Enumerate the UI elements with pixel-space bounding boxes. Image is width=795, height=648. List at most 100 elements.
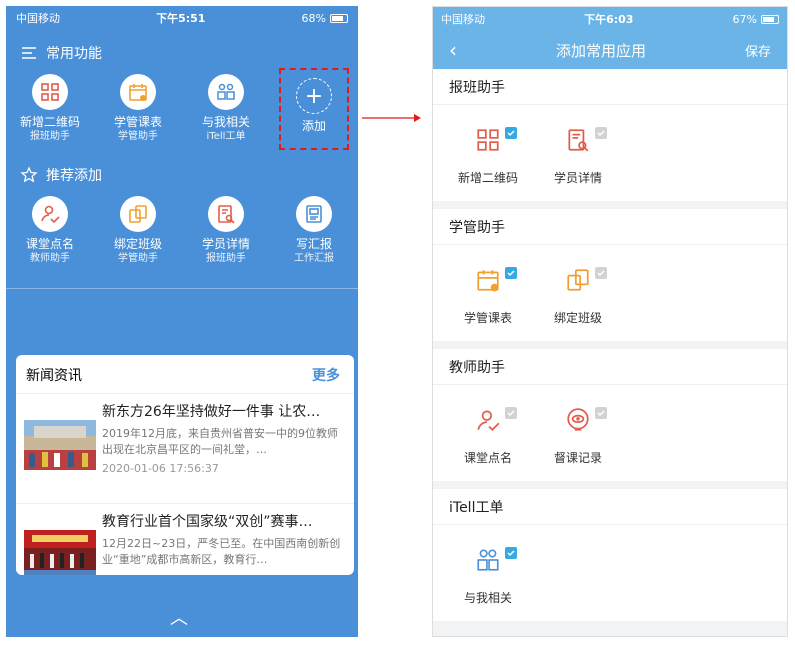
- checkbox-checked-icon[interactable]: [505, 127, 517, 139]
- group-apps: 学管课表 绑定班级: [433, 245, 787, 341]
- checkbox-checked-icon[interactable]: [505, 267, 517, 279]
- menu-lines-icon: [22, 47, 36, 59]
- nav-bar: ‹ 添加常用应用 保存: [433, 31, 787, 69]
- app-icon: [563, 267, 607, 295]
- news-more-link[interactable]: 更多: [312, 365, 340, 385]
- news-summary: 2019年12月底，来自贵州省普安一中的9位教师出现在北京昌平区的一间礼堂，…: [102, 427, 338, 456]
- calendar-icon: [129, 84, 147, 101]
- app-icon: [473, 547, 517, 575]
- carrier-label: 中国移动: [16, 12, 60, 25]
- app-schedule[interactable]: 学管课表 学管助手: [94, 74, 182, 150]
- checkbox-checked-icon[interactable]: [505, 547, 517, 559]
- app-tile[interactable]: 督课记录: [533, 385, 623, 481]
- report-icon: [306, 205, 322, 223]
- status-bar: 中国移动 下午6:03 67%: [433, 7, 787, 31]
- app-tile[interactable]: 课堂点名: [443, 385, 533, 481]
- app-bind-class[interactable]: 绑定班级 学管助手: [94, 196, 182, 266]
- app-label: 绑定班级: [553, 311, 602, 325]
- app-label: 督课记录: [553, 451, 602, 465]
- app-group: 报班助手新增二维码 学员详情: [433, 69, 787, 201]
- app-label: 学管课表: [463, 311, 512, 325]
- news-thumbnail: [24, 420, 96, 470]
- section-common: 常用功能: [6, 38, 358, 68]
- user-check-icon: [41, 205, 60, 224]
- home-screen: 中国移动 下午5:51 68% 常用功能 新增二维码 报班助手 学管课表 学管助…: [6, 6, 358, 637]
- news-item[interactable]: 新东方26年坚持做好一件事 让农… 2019年12月底，来自贵州省普安一中的9位…: [16, 394, 354, 504]
- clock: 下午5:51: [156, 12, 206, 25]
- app-icon: [473, 127, 517, 155]
- group-title: iTell工单: [433, 489, 787, 525]
- app-icon: [563, 127, 607, 155]
- news-thumbnail: [24, 530, 96, 575]
- app-category: 学管助手: [118, 131, 158, 142]
- battery-percent: 67%: [732, 12, 757, 26]
- chevron-up-icon[interactable]: ︿: [170, 604, 188, 630]
- app-icon: [473, 267, 517, 295]
- people-icon: [217, 83, 235, 100]
- group-title: 学管助手: [433, 209, 787, 245]
- back-button[interactable]: ‹: [449, 38, 457, 62]
- app-label: 学员详情: [201, 237, 250, 251]
- app-category: 报班助手: [206, 253, 246, 264]
- app-label: 新增二维码: [457, 171, 518, 185]
- app-category: iTell工单: [206, 131, 246, 142]
- app-category: 报班助手: [30, 131, 70, 142]
- news-title: 新闻资讯: [26, 368, 82, 384]
- checkbox-unchecked-icon[interactable]: [505, 407, 517, 419]
- app-tile[interactable]: 学员详情: [533, 105, 623, 201]
- battery-percent: 68%: [301, 11, 326, 25]
- status-bar: 中国移动 下午5:51 68%: [6, 6, 358, 30]
- group-title: 教师助手: [433, 349, 787, 385]
- battery-icon: [760, 14, 779, 24]
- doc-search-icon: [568, 129, 589, 152]
- qrcode-icon: [477, 129, 499, 151]
- highlight-box: + 添加: [279, 68, 349, 150]
- app-tile[interactable]: 与我相关: [443, 525, 533, 621]
- app-groups: 报班助手新增二维码 学员详情学管助手学管课表 绑定班级教师助手 课堂点名 督课记录 iTe…: [433, 69, 787, 621]
- app-student-detail[interactable]: 学员详情 报班助手: [182, 196, 270, 266]
- calendar-icon: [477, 270, 499, 292]
- app-related[interactable]: 与我相关 iTell工单: [182, 74, 270, 150]
- checkbox-unchecked-icon[interactable]: [595, 127, 607, 139]
- doc-search-icon: [218, 205, 235, 224]
- section-title-common: 常用功能: [46, 46, 102, 62]
- app-icon: [473, 407, 517, 435]
- app-label: 课堂点名: [25, 237, 74, 251]
- save-button[interactable]: 保存: [745, 41, 771, 60]
- app-label: 写汇报: [295, 237, 332, 251]
- app-icon: [563, 407, 607, 435]
- battery-icon: [330, 13, 348, 23]
- star-icon: [20, 166, 38, 183]
- app-label: 学管课表: [113, 115, 162, 129]
- app-label: 与我相关: [463, 591, 512, 605]
- link-class-icon: [129, 205, 147, 223]
- add-apps-screen: 中国移动 下午6:03 67% ‹ 添加常用应用 保存 报班助手新增二维码 学员详…: [432, 6, 788, 637]
- app-tile[interactable]: 学管课表: [443, 245, 533, 341]
- app-rollcall[interactable]: 课堂点名 教师助手: [6, 196, 94, 266]
- eye-icon: [567, 408, 589, 431]
- app-tile[interactable]: 绑定班级: [533, 245, 623, 341]
- group-title: 报班助手: [433, 69, 787, 105]
- app-report[interactable]: 写汇报 工作汇报: [270, 196, 358, 266]
- news-summary: 12月22日~23日，严冬已至。在中国西南创新创业“重地”成都市高新区，教育行…: [102, 537, 341, 566]
- checkbox-unchecked-icon[interactable]: [595, 407, 607, 419]
- carrier-label: 中国移动: [441, 13, 485, 26]
- news-panel: 新闻资讯 更多 新东方26年坚持做好一件事 让农… 2019年12月底，来自贵州…: [16, 355, 354, 575]
- app-category: 学管助手: [118, 253, 158, 264]
- divider: [6, 288, 358, 289]
- plus-icon: +: [296, 78, 332, 114]
- app-category: 工作汇报: [294, 253, 334, 264]
- group-apps: 课堂点名 督课记录: [433, 385, 787, 481]
- qrcode-icon: [41, 83, 59, 101]
- news-headline: 新东方26年坚持做好一件事 让农…: [102, 404, 321, 420]
- people-icon: [477, 549, 499, 571]
- app-category: 教师助手: [30, 253, 70, 264]
- app-label: 绑定班级: [113, 237, 162, 251]
- checkbox-unchecked-icon[interactable]: [595, 267, 607, 279]
- recommended-apps: 课堂点名 教师助手 绑定班级 学管助手 学员详情 报班助手 写汇报 工作汇报: [6, 190, 358, 266]
- app-qrcode[interactable]: 新增二维码 报班助手: [6, 74, 94, 150]
- app-label: 与我相关: [201, 115, 250, 129]
- add-app-button[interactable]: + 添加: [270, 68, 358, 150]
- app-tile[interactable]: 新增二维码: [443, 105, 533, 201]
- news-item[interactable]: 教育行业首个国家级“双创”赛事… 12月22日~23日，严冬已至。在中国西南创新…: [16, 504, 354, 575]
